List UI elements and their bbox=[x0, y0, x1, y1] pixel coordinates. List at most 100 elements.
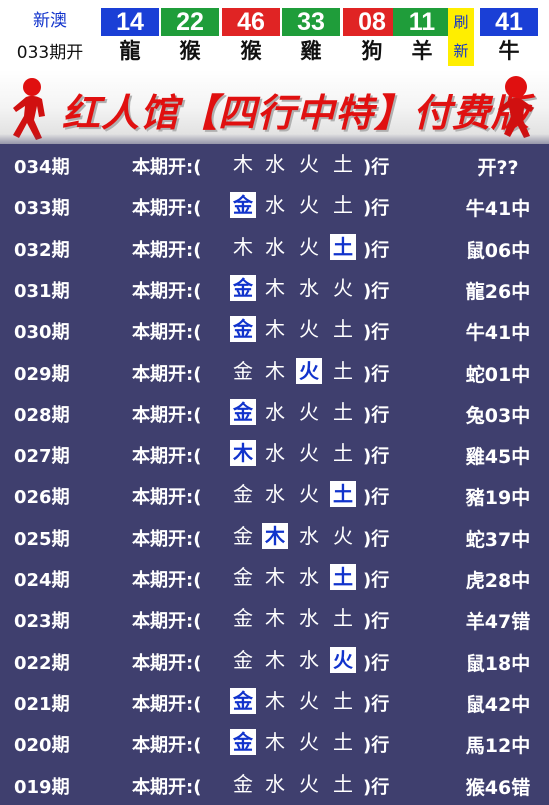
row-period: 034期 bbox=[14, 157, 70, 178]
row-period: 028期 bbox=[14, 404, 70, 426]
row-label: 本期开:( bbox=[132, 693, 202, 715]
element-char: 水 bbox=[265, 193, 285, 218]
element-char: 木 bbox=[265, 275, 285, 300]
element-char: 火 bbox=[299, 441, 319, 466]
drawn-ball: 14 龍 bbox=[101, 8, 159, 66]
row-result: 蛇37中 bbox=[465, 528, 531, 551]
drawn-ball: 46 猴 bbox=[222, 8, 280, 66]
row-result: 开?? bbox=[477, 157, 519, 179]
prediction-row: 033期 本期开:(金水火土)行 牛41中 bbox=[0, 185, 549, 226]
row-result: 豬19中 bbox=[465, 487, 531, 510]
drawn-ball: 11 羊 bbox=[393, 8, 451, 66]
refresh-button[interactable]: 刷 新 bbox=[448, 8, 474, 66]
element-char: 火 bbox=[299, 771, 319, 796]
ball-number: 14 bbox=[101, 8, 159, 36]
row-result: 鼠42中 bbox=[465, 693, 531, 716]
element-char: 木 bbox=[265, 730, 285, 755]
row-result: 鼠06中 bbox=[465, 239, 531, 262]
row-period: 023期 bbox=[14, 611, 70, 633]
prediction-row: 029期 本期开:(金木火土)行 蛇01中 bbox=[0, 351, 549, 392]
element-char: 火 bbox=[299, 482, 319, 507]
row-suffix: )行 bbox=[363, 611, 390, 633]
element-char: 火 bbox=[330, 646, 356, 673]
element-char: 土 bbox=[333, 193, 353, 218]
element-char: 火 bbox=[296, 357, 322, 384]
refresh-label-top: 刷 bbox=[453, 13, 469, 31]
refresh-label-bottom: 新 bbox=[453, 42, 469, 60]
row-result: 虎28中 bbox=[465, 570, 531, 592]
row-result: 馬12中 bbox=[465, 735, 531, 758]
row-label: 本期开:( bbox=[132, 776, 202, 798]
red-figure-left-icon bbox=[13, 78, 45, 140]
ball-number: 22 bbox=[161, 8, 219, 36]
row-suffix: )行 bbox=[363, 776, 390, 798]
row-suffix: )行 bbox=[363, 570, 390, 591]
prediction-row: 031期 本期开:(金木水火)行 龍26中 bbox=[0, 268, 549, 309]
prediction-row: 027期 本期开:(木水火土)行 雞45中 bbox=[0, 433, 549, 474]
element-char: 土 bbox=[333, 358, 353, 383]
ball-number: 46 bbox=[222, 8, 280, 36]
row-label: 本期开:( bbox=[132, 735, 202, 757]
row-period: 031期 bbox=[14, 280, 70, 302]
element-char: 火 bbox=[333, 275, 353, 300]
prediction-row: 026期 本期开:(金水火土)行 豬19中 bbox=[0, 474, 549, 515]
row-label: 本期开:( bbox=[132, 198, 202, 220]
brand-name: 新澳 bbox=[33, 11, 67, 31]
row-label: 本期开:( bbox=[132, 652, 202, 674]
drawn-ball: 33 雞 bbox=[282, 8, 340, 66]
prediction-row: 030期 本期开:(金木火土)行 牛41中 bbox=[0, 309, 549, 350]
row-result: 鼠18中 bbox=[465, 652, 531, 675]
row-suffix: )行 bbox=[363, 198, 390, 220]
row-label: 本期开:( bbox=[132, 570, 202, 591]
element-char: 金 bbox=[230, 398, 256, 425]
element-char: 木 bbox=[265, 317, 285, 342]
element-char: 金 bbox=[233, 358, 253, 383]
special-ball: 41 牛 bbox=[480, 8, 538, 66]
element-char: 土 bbox=[330, 481, 356, 508]
element-char: 土 bbox=[333, 441, 353, 466]
row-period: 033期 bbox=[14, 198, 70, 220]
element-char: 金 bbox=[233, 647, 253, 672]
row-period: 024期 bbox=[14, 570, 70, 591]
element-char: 水 bbox=[265, 482, 285, 507]
element-char: 土 bbox=[333, 152, 353, 176]
element-char: 火 bbox=[299, 399, 319, 424]
row-period: 032期 bbox=[14, 239, 70, 261]
element-char: 水 bbox=[265, 234, 285, 259]
element-char: 土 bbox=[333, 606, 353, 631]
row-suffix: )行 bbox=[363, 652, 390, 674]
element-char: 木 bbox=[265, 565, 285, 589]
row-suffix: )行 bbox=[363, 528, 390, 550]
element-char: 土 bbox=[330, 564, 356, 590]
row-label: 本期开:( bbox=[132, 280, 202, 302]
row-period: 019期 bbox=[14, 776, 70, 798]
element-char: 木 bbox=[265, 358, 285, 383]
row-result: 牛41中 bbox=[465, 322, 531, 345]
element-char: 金 bbox=[230, 687, 256, 714]
banner-title: 红人馆【四行中特】付费版 bbox=[62, 90, 531, 135]
drawn-ball: 22 猴 bbox=[161, 8, 219, 66]
ball-zodiac: 猴 bbox=[240, 39, 262, 63]
row-label: 本期开:( bbox=[132, 487, 202, 509]
row-result: 雞45中 bbox=[465, 446, 531, 469]
element-char: 土 bbox=[333, 688, 353, 713]
element-char: 木 bbox=[265, 606, 285, 631]
row-suffix: )行 bbox=[363, 363, 390, 385]
prediction-row: 032期 本期开:(木水火土)行 鼠06中 bbox=[0, 227, 549, 268]
element-char: 木 bbox=[265, 647, 285, 672]
element-char: 木 bbox=[233, 152, 253, 176]
row-suffix: )行 bbox=[363, 157, 390, 178]
row-suffix: )行 bbox=[363, 404, 390, 426]
row-period: 030期 bbox=[14, 322, 70, 344]
element-char: 火 bbox=[299, 688, 319, 713]
row-suffix: )行 bbox=[363, 446, 390, 468]
element-char: 火 bbox=[299, 152, 319, 176]
element-char: 土 bbox=[333, 317, 353, 342]
prediction-row: 023期 本期开:(金木水土)行 羊47错 bbox=[0, 598, 549, 639]
ball-zodiac: 龍 bbox=[119, 39, 141, 63]
red-figure-right-icon bbox=[498, 76, 534, 138]
ball-number: 11 bbox=[393, 8, 451, 36]
ball-number: 33 bbox=[282, 8, 340, 36]
prediction-row: 034期 本期开:(木水火土)行 开?? bbox=[0, 144, 549, 185]
ball-zodiac: 羊 bbox=[411, 39, 433, 63]
